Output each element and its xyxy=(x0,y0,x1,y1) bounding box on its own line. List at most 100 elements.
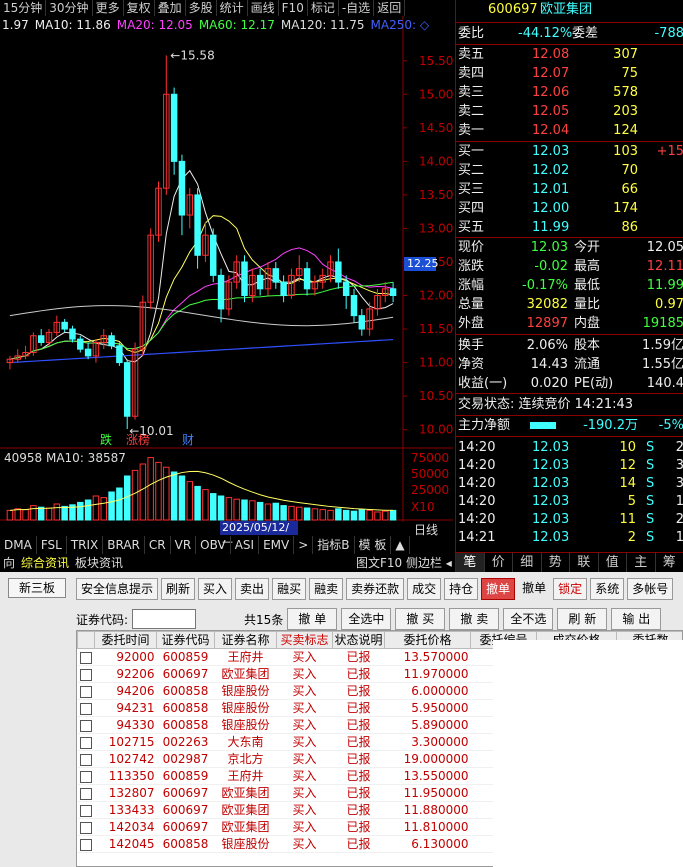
table-header[interactable]: 买卖标志 xyxy=(276,631,333,649)
toolbar-button[interactable]: 融卖 xyxy=(309,578,344,600)
chart-menu-item[interactable]: 标记 xyxy=(308,0,339,16)
tab-new-third-board[interactable]: 新三板 xyxy=(8,578,66,598)
codebar-button[interactable]: 刷 新 xyxy=(557,608,608,630)
row-checkbox-cell[interactable] xyxy=(77,801,95,819)
info-tab[interactable]: 综合资讯 xyxy=(18,554,72,572)
codebar-button[interactable]: 全选中 xyxy=(341,608,392,630)
table-cell: 买入 xyxy=(276,648,333,666)
chart-menu-item[interactable]: 复权 xyxy=(124,0,155,16)
indicator-tab[interactable]: > xyxy=(294,536,314,554)
indicator-tab[interactable]: BRAR xyxy=(103,536,145,554)
indicator-tab[interactable]: CR xyxy=(145,536,171,554)
row-checkbox-cell[interactable] xyxy=(77,784,95,802)
codebar-button[interactable]: 撤 单 xyxy=(287,608,338,630)
codebar-button[interactable]: 全不选 xyxy=(503,608,554,630)
indicator-tab[interactable]: ▲ xyxy=(391,536,410,554)
quote-tab[interactable]: 势 xyxy=(541,553,570,572)
row-checkbox-cell[interactable] xyxy=(77,699,95,717)
indicator-tab[interactable]: 模 板 xyxy=(355,536,392,554)
period-label[interactable]: 日线 xyxy=(414,521,438,538)
table-header[interactable]: 证券名称 xyxy=(214,631,277,649)
row-checkbox[interactable] xyxy=(80,804,92,817)
toolbar-button[interactable]: 刷新 xyxy=(161,578,196,600)
high-price-label: ←15.58 xyxy=(170,48,214,62)
row-checkbox[interactable] xyxy=(80,651,92,664)
kline-chart[interactable]: 15.5015.0014.5014.0013.5013.0012.5012.00… xyxy=(0,16,453,522)
info-tab[interactable]: 向 xyxy=(0,554,18,572)
row-checkbox-cell[interactable] xyxy=(77,818,95,836)
table-header[interactable]: 证券代码 xyxy=(156,631,215,649)
indicator-tab[interactable]: DMA xyxy=(0,536,37,554)
row-checkbox[interactable] xyxy=(80,702,92,715)
quote-tab[interactable]: 联 xyxy=(570,553,599,572)
indicator-tab[interactable]: EMV xyxy=(259,536,295,554)
current-price-tag: 12.25 xyxy=(404,257,439,271)
table-header[interactable]: 委托价格 xyxy=(384,631,471,649)
toolbar-button[interactable]: 买入 xyxy=(198,578,233,600)
codebar-button[interactable]: 输 出 xyxy=(611,608,662,630)
chart-menu-item[interactable]: 多股 xyxy=(186,0,217,16)
row-checkbox-cell[interactable] xyxy=(77,733,95,751)
quote-tab[interactable]: 价 xyxy=(484,553,513,572)
row-checkbox-cell[interactable] xyxy=(77,835,95,853)
row-checkbox-cell[interactable] xyxy=(77,750,95,768)
row-checkbox[interactable] xyxy=(80,753,92,766)
toolbar-button[interactable]: 成交 xyxy=(407,578,442,600)
toolbar-button[interactable]: 撤单 xyxy=(481,578,516,600)
toolbar-button[interactable]: 卖出 xyxy=(235,578,270,600)
chart-menu-item[interactable]: -自选 xyxy=(339,0,375,16)
table-header[interactable] xyxy=(77,631,95,649)
toolbar-button[interactable]: 系统 xyxy=(590,578,625,600)
quote-tab[interactable]: 细 xyxy=(513,553,542,572)
tick-side: S xyxy=(646,440,655,455)
candle-body xyxy=(69,328,76,340)
side-panel-toggle[interactable]: 图文F10 侧边栏 ◂ xyxy=(356,554,452,572)
row-checkbox[interactable] xyxy=(80,770,92,783)
row-checkbox-cell[interactable] xyxy=(77,716,95,734)
indicator-tab[interactable]: TRIX xyxy=(67,536,104,554)
code-input[interactable] xyxy=(132,609,197,629)
chart-menu-item[interactable]: 30分钟 xyxy=(46,0,93,16)
row-checkbox[interactable] xyxy=(80,668,92,681)
info-tabs: 向综合资讯 板块资讯 xyxy=(0,554,126,572)
chart-menu-item[interactable]: 返回 xyxy=(374,0,406,16)
toolbar-button[interactable]: 卖券还款 xyxy=(346,578,405,600)
indicator-tab[interactable]: VR xyxy=(171,536,197,554)
chart-menu-item[interactable]: 统计 xyxy=(217,0,248,16)
row-checkbox[interactable] xyxy=(80,719,92,732)
chart-menu-item[interactable]: F10 xyxy=(279,0,308,16)
chart-menu-item[interactable]: 更多 xyxy=(93,0,124,16)
row-checkbox[interactable] xyxy=(80,821,92,834)
table-header[interactable]: 委托时间 xyxy=(94,631,157,649)
row-checkbox-cell[interactable] xyxy=(77,665,95,683)
toolbar-button[interactable]: 撤单 xyxy=(518,578,550,600)
chart-menu-item[interactable]: 叠加 xyxy=(155,0,186,16)
chart-menu-item[interactable]: 画线 xyxy=(248,0,279,16)
indicator-tab[interactable]: FSL xyxy=(37,536,67,554)
indicator-tab[interactable]: ASI xyxy=(231,536,260,554)
toolbar-button[interactable]: 多帐号 xyxy=(627,578,674,600)
toolbar-button[interactable]: 安全信息提示 xyxy=(76,578,159,600)
codebar-button[interactable]: 撤 卖 xyxy=(449,608,500,630)
info-tab[interactable]: 板块资讯 xyxy=(72,554,126,572)
quote-tab[interactable]: 主 xyxy=(627,553,656,572)
toolbar-button[interactable]: 融买 xyxy=(272,578,307,600)
stat-label: 外盘 xyxy=(458,316,485,331)
quote-tab[interactable]: 值 xyxy=(598,553,627,572)
quote-tab[interactable]: 筹 xyxy=(655,553,683,572)
row-checkbox-cell[interactable] xyxy=(77,648,95,666)
row-checkbox[interactable] xyxy=(80,838,92,851)
indicator-tab[interactable]: OBV xyxy=(196,536,231,554)
table-header[interactable]: 状态说明 xyxy=(332,631,385,649)
row-checkbox[interactable] xyxy=(80,685,92,698)
toolbar-button[interactable]: 锁定 xyxy=(553,578,588,600)
indicator-tab[interactable]: 指标B xyxy=(313,536,355,554)
chart-menu-item[interactable]: 15分钟 xyxy=(0,0,47,16)
row-checkbox-cell[interactable] xyxy=(77,682,95,700)
quote-tab[interactable]: 笔 xyxy=(456,553,485,572)
toolbar-button[interactable]: 持仓 xyxy=(444,578,479,600)
row-checkbox-cell[interactable] xyxy=(77,767,95,785)
row-checkbox[interactable] xyxy=(80,787,92,800)
codebar-button[interactable]: 撤 买 xyxy=(395,608,446,630)
row-checkbox[interactable] xyxy=(80,736,92,749)
